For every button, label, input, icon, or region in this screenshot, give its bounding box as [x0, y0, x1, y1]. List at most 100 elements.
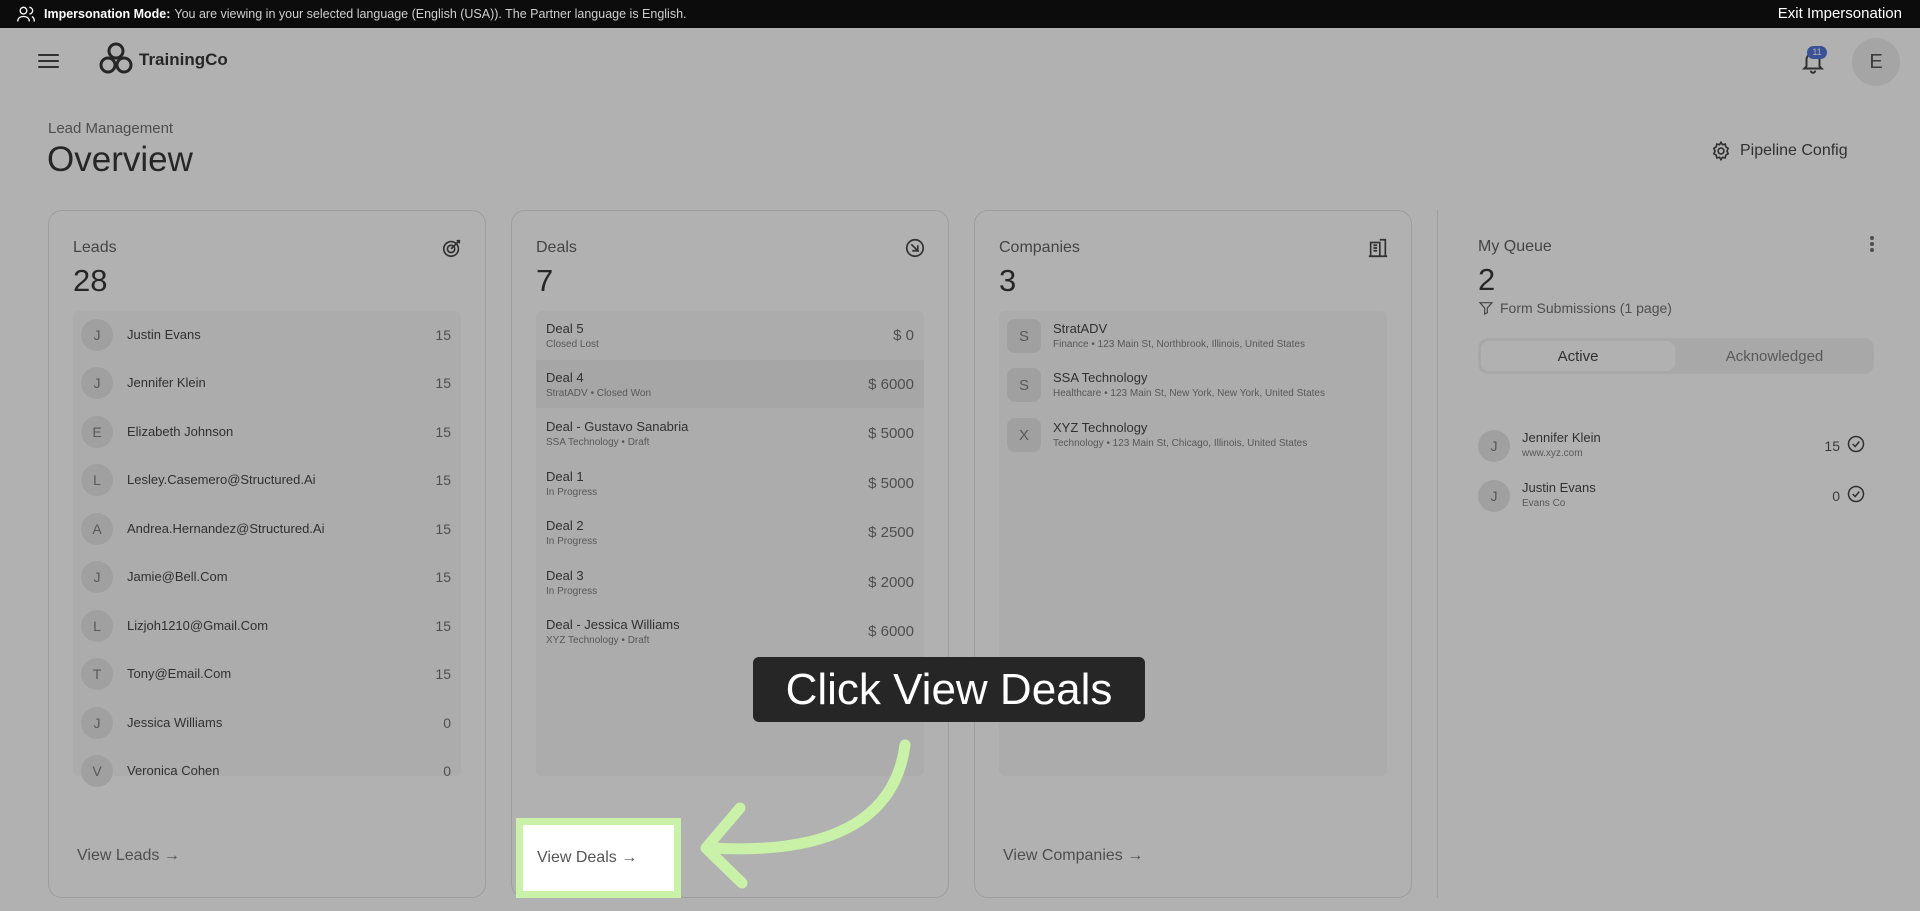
notification-badge: 11 [1807, 46, 1827, 59]
list-item[interactable]: S StratADV Finance • 123 Main St, Northbro… [999, 311, 1387, 361]
list-item[interactable]: S SSA Technology Healthcare • 123 Main St,… [999, 360, 1387, 410]
deal-icon [905, 238, 925, 258]
list-item[interactable]: J Jennifer Klein 15 [73, 359, 461, 407]
list-item[interactable]: J Jessica Williams 0 [73, 699, 461, 747]
list-item[interactable]: Deal 4 StratADV • Closed Won $ 6000 [536, 360, 924, 408]
deal-amount: $ 2500 [868, 524, 914, 541]
companies-card: Companies 3 S StratADV Finance • 123 Main … [974, 210, 1412, 898]
lead-name: Lesley.Casemero@Structured.Ai [127, 472, 316, 487]
list-item[interactable]: L Lizjoh1210@Gmail.Com 15 [73, 602, 461, 650]
target-icon [442, 239, 461, 258]
queue-avatar: J [1478, 480, 1510, 512]
lead-score: 15 [435, 472, 451, 488]
list-item[interactable]: E Elizabeth Johnson 15 [73, 408, 461, 456]
lead-score: 15 [435, 375, 451, 391]
list-item[interactable]: A Andrea.Hernandez@Structured.Ai 15 [73, 505, 461, 553]
list-item[interactable]: J Justin Evans 15 [73, 311, 461, 359]
view-companies-link[interactable]: View Companies → [1003, 847, 1143, 865]
list-item[interactable]: J Jennifer Klein www.xyz.com 15 [1478, 424, 1874, 472]
queue-name: Justin Evans [1522, 480, 1596, 495]
filter-icon [1478, 302, 1494, 315]
company-details: Finance • 123 Main St, Northbrook, Illin… [1053, 339, 1305, 350]
list-item[interactable]: Deal 1 In Progress $ 5000 [536, 459, 924, 507]
queue-count: 2 [1478, 262, 1496, 297]
deal-status: SSA Technology • Draft [546, 437, 650, 448]
user-icon [17, 6, 35, 22]
deal-name: Deal 2 [546, 518, 584, 533]
queue-score: 0 [1832, 488, 1840, 504]
tab-active[interactable]: Active [1481, 341, 1675, 371]
tutorial-callout: Click View Deals [753, 657, 1145, 722]
lead-score: 0 [443, 715, 451, 731]
list-item[interactable]: Deal 2 In Progress $ 2500 [536, 508, 924, 556]
list-item[interactable]: J Justin Evans Evans Co 0 [1478, 474, 1874, 522]
deals-label: Deals [536, 239, 577, 256]
list-item[interactable]: Deal - Jessica Williams XYZ Technology • … [536, 607, 924, 655]
check-circle-icon[interactable] [1846, 484, 1866, 504]
lead-avatar: J [81, 707, 113, 739]
deal-name: Deal 5 [546, 321, 584, 336]
deal-name: Deal 4 [546, 370, 584, 385]
lead-avatar: J [81, 319, 113, 351]
company-details: Healthcare • 123 Main St, New York, New … [1053, 388, 1325, 399]
exit-impersonation-link[interactable]: Exit Impersonation [1778, 5, 1902, 22]
pipeline-config-label: Pipeline Config [1740, 142, 1848, 159]
queue-tabs: Active Acknowledged [1478, 338, 1874, 374]
leads-list: J Justin Evans 15 J Jennifer Klein 15 E Eliza… [73, 311, 461, 787]
tab-acknowledged[interactable]: Acknowledged [1678, 341, 1871, 371]
menu-icon[interactable] [38, 54, 59, 68]
company-name: XYZ Technology [1053, 420, 1148, 435]
list-item[interactable]: Deal 3 In Progress $ 2000 [536, 558, 924, 606]
lead-name: Elizabeth Johnson [127, 424, 234, 439]
lead-name: Tony@Email.Com [127, 666, 232, 681]
building-icon [1368, 238, 1388, 258]
list-item[interactable]: X XYZ Technology Technology • 123 Main St,… [999, 410, 1387, 460]
list-item[interactable]: Deal 5 Closed Lost $ 0 [536, 311, 924, 359]
page-title: Overview [47, 140, 193, 179]
list-item[interactable]: V Veronica Cohen 0 [73, 747, 461, 795]
deal-status: StratADV • Closed Won [546, 388, 652, 399]
companies-count: 3 [999, 263, 1017, 298]
deal-amount: $ 6000 [868, 376, 914, 393]
deal-amount: $ 2000 [868, 574, 914, 591]
user-avatar[interactable]: E [1852, 38, 1900, 86]
top-bar: TrainingCo 11 E [0, 28, 1920, 92]
logo-text: TrainingCo [139, 50, 228, 69]
lead-score: 0 [443, 763, 451, 779]
deal-status: In Progress [546, 487, 598, 498]
lead-avatar: V [81, 755, 113, 787]
breadcrumb[interactable]: Lead Management [48, 120, 173, 137]
list-item[interactable]: T Tony@Email.Com 15 [73, 650, 461, 698]
impersonation-label: Impersonation Mode: [44, 7, 171, 21]
lead-avatar: L [81, 610, 113, 642]
deal-amount: $ 5000 [868, 475, 914, 492]
company-avatar: X [1007, 418, 1041, 452]
more-options-icon[interactable] [1869, 236, 1875, 254]
logo[interactable]: TrainingCo [96, 40, 228, 80]
deal-status: In Progress [546, 586, 598, 597]
list-item[interactable]: L Lesley.Casemero@Structured.Ai 15 [73, 456, 461, 504]
deal-name: Deal - Jessica Williams [546, 617, 680, 632]
deal-amount: $ 5000 [868, 425, 914, 442]
lead-name: Jamie@Bell.Com [127, 569, 228, 584]
logo-icon [99, 42, 133, 74]
lead-avatar: T [81, 658, 113, 690]
queue-label: My Queue [1478, 238, 1552, 255]
queue-sub: www.xyz.com [1522, 448, 1583, 459]
pipeline-config-button[interactable]: Pipeline Config [1710, 140, 1848, 162]
queue-filter[interactable]: Form Submissions (1 page) [1478, 300, 1672, 316]
lead-avatar: E [81, 416, 113, 448]
list-item[interactable]: Deal - Gustavo Sanabria SSA Technology • … [536, 409, 924, 457]
check-circle-icon[interactable] [1846, 434, 1866, 454]
view-deals-link[interactable]: View Deals → [537, 849, 637, 867]
impersonation-bar: Impersonation Mode: You are viewing in y… [0, 0, 1920, 28]
lead-score: 15 [435, 424, 451, 440]
lead-score: 15 [435, 569, 451, 585]
list-item[interactable]: J Jamie@Bell.Com 15 [73, 553, 461, 601]
my-queue-panel: My Queue 2 Form Submissions (1 page) Act… [1437, 210, 1895, 898]
deal-name: Deal 1 [546, 469, 584, 484]
view-leads-link[interactable]: View Leads → [77, 847, 180, 865]
lead-avatar: A [81, 513, 113, 545]
lead-name: Andrea.Hernandez@Structured.Ai [127, 521, 325, 536]
deal-status: Closed Lost [546, 339, 599, 350]
